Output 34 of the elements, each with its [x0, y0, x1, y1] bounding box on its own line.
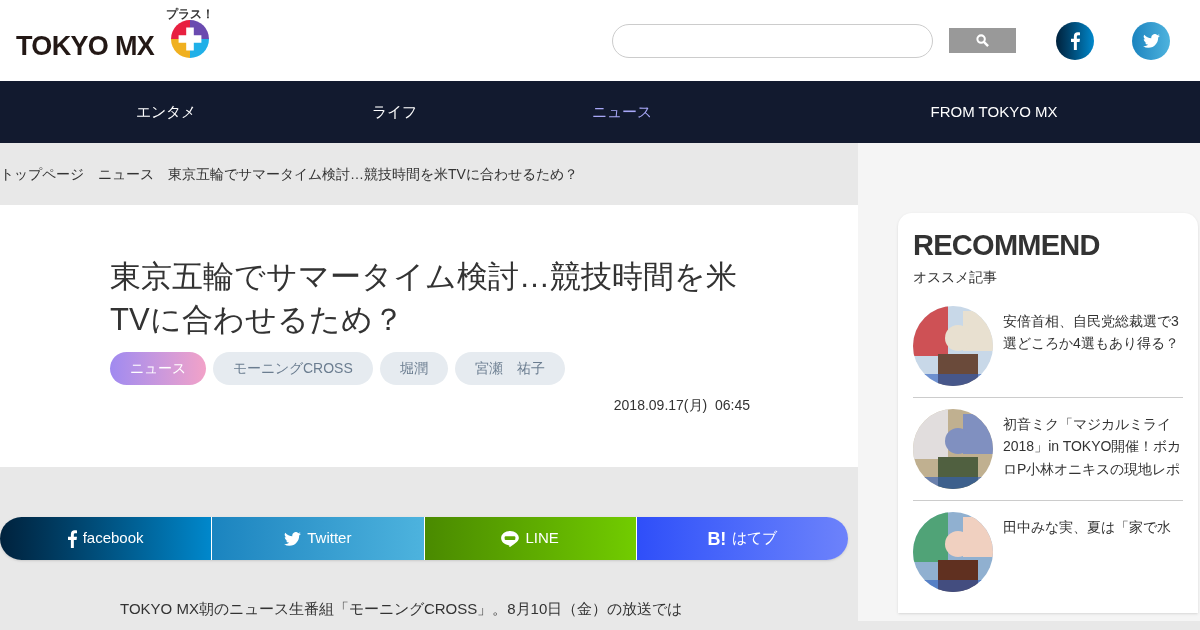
- article-title: 東京五輪でサマータイム検討…競技時間を米TVに合わせるため？: [110, 258, 738, 340]
- breadcrumb-link[interactable]: ニュース: [98, 163, 154, 185]
- plus-logo-icon: [171, 19, 210, 58]
- tag-link[interactable]: モーニングCROSS: [213, 351, 373, 385]
- recommend-link[interactable]: 初音ミク「マジカルミライ2018」in TOKYO開催！ボカロP小林オニキスの現地レポ: [1003, 409, 1183, 489]
- recommend-title: RECOMMEND: [913, 231, 1101, 260]
- tag-link[interactable]: 宮瀬 祐子: [454, 351, 565, 385]
- logo-badge-text: プラス！: [166, 7, 215, 20]
- bird-icon: [284, 531, 302, 546]
- facebook-icon: [67, 529, 77, 548]
- search-icon: [976, 34, 989, 47]
- nav-link[interactable]: ライフ: [280, 100, 508, 124]
- hatena-icon: B!: [707, 529, 727, 548]
- tag-link[interactable]: 堀潤: [379, 351, 448, 385]
- recommend-link[interactable]: 田中みな実、夏は「家で水: [1003, 512, 1171, 592]
- breadcrumb-link[interactable]: 東京五輪でサマータイム検討…競技時間を米TVに合わせるため？: [168, 163, 578, 185]
- share-button[interactable]: B! はてブ: [635, 517, 848, 560]
- recommend-subtitle: オススメ記事: [913, 268, 998, 287]
- facebook-icon: [1070, 31, 1080, 50]
- bird-icon: [1142, 33, 1160, 48]
- share-button[interactable]: facebook: [0, 517, 212, 560]
- nav-link[interactable]: ニュース: [508, 100, 736, 124]
- search-field[interactable]: [612, 23, 933, 58]
- breadcrumb-link[interactable]: トップページ: [0, 163, 84, 185]
- article-body: TOKYO MX朝のニュース生番組「モーニングCROSS」。8月10日（金）の放送では: [119, 599, 684, 619]
- nav-link[interactable]: エンタメ: [52, 100, 280, 124]
- nav-link[interactable]: FROM TOKYO MX: [736, 100, 1172, 124]
- speech-bubble-icon: [501, 530, 520, 547]
- article-date: 2018.09.17(月) 06:45: [612, 395, 750, 415]
- search-button[interactable]: [949, 28, 1016, 53]
- twitter-button[interactable]: [1132, 21, 1170, 60]
- facebook-button[interactable]: [1056, 21, 1094, 60]
- logo-text[interactable]: TOKYO MX: [16, 26, 155, 67]
- recommend-link[interactable]: 安倍首相、自民党総裁選で3選どころか4選もあり得る？: [1003, 306, 1183, 386]
